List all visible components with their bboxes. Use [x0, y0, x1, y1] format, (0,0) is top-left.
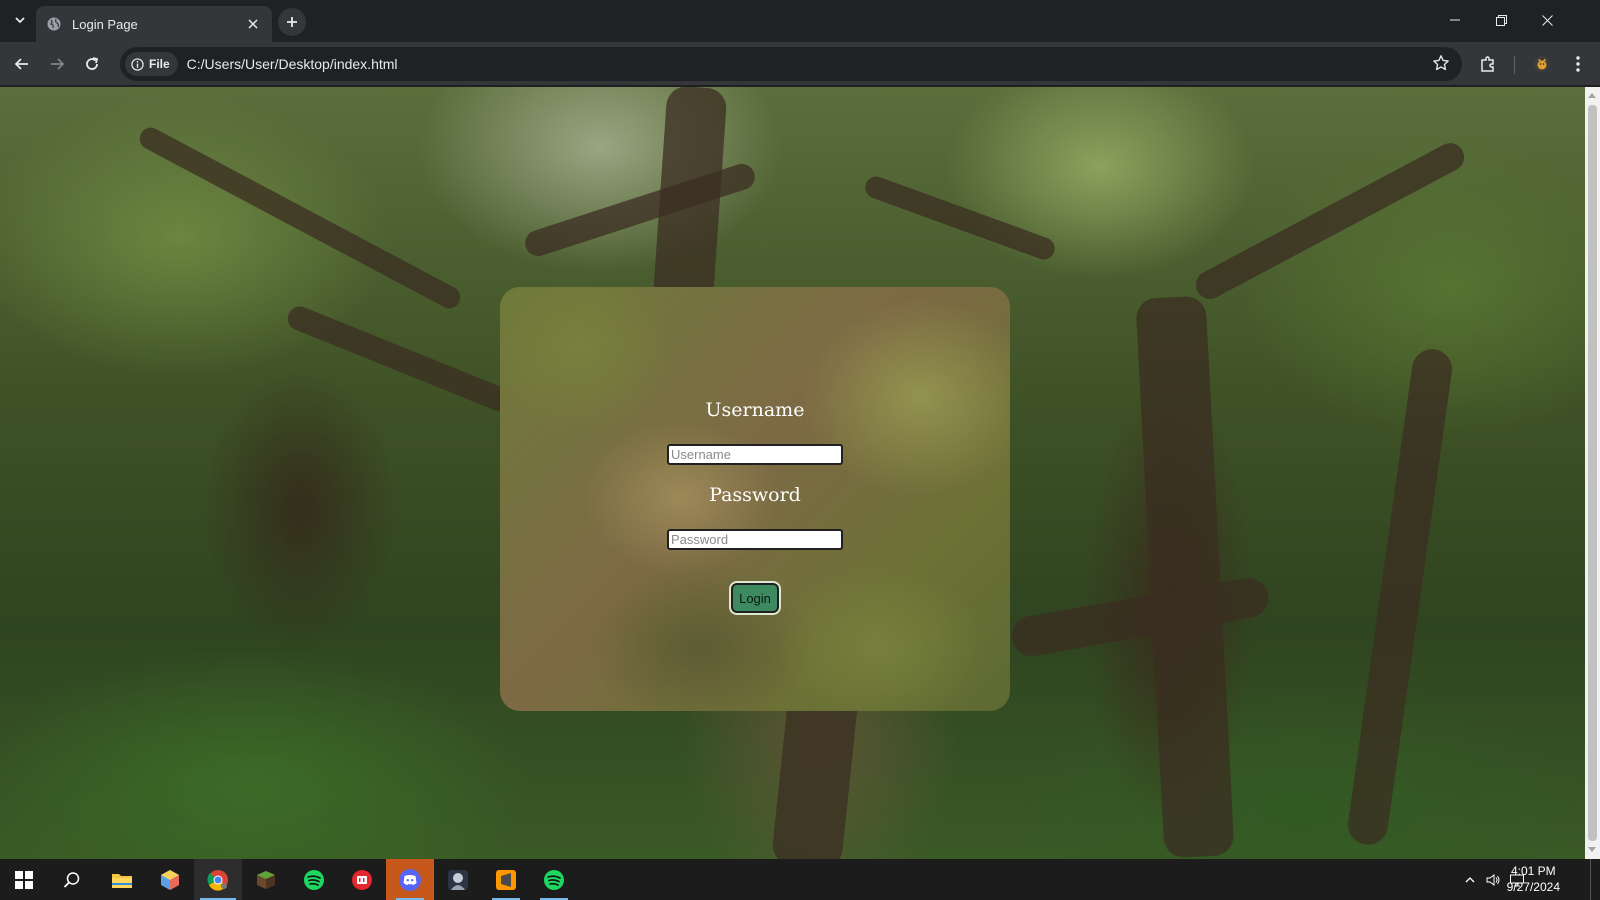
clock-date: 9/27/2024: [1506, 880, 1560, 894]
system-clock[interactable]: 4:01 PM 9/27/2024: [1507, 863, 1560, 895]
show-hidden-icons-chevron-icon[interactable]: [1460, 859, 1480, 900]
reload-icon[interactable]: [78, 50, 106, 78]
sublime-text-icon[interactable]: [482, 859, 530, 900]
info-icon: [131, 57, 144, 71]
back-arrow-icon[interactable]: [8, 50, 36, 78]
minecraft-icon[interactable]: [242, 859, 290, 900]
url-text[interactable]: C:/Users/User/Desktop/index.html: [187, 56, 398, 72]
forward-arrow-icon[interactable]: [43, 50, 71, 78]
login-button[interactable]: Login: [731, 583, 779, 613]
toolbar-divider: [1514, 56, 1515, 74]
profile-avatar-icon[interactable]: [1528, 50, 1556, 78]
page-scrollbar[interactable]: [1585, 87, 1600, 859]
tab-strip: Login Page: [0, 0, 1600, 42]
search-icon[interactable]: [48, 859, 96, 900]
scroll-up-arrow-icon[interactable]: [1588, 93, 1596, 98]
password-input[interactable]: [667, 529, 843, 550]
bookmark-star-icon[interactable]: [1432, 54, 1450, 77]
login-card: Username Password Login: [500, 287, 1010, 711]
address-bar[interactable]: File C:/Users/User/Desktop/index.html: [120, 47, 1462, 81]
username-input[interactable]: [667, 444, 843, 465]
taskbar: 4:01 PM 9/27/2024: [0, 859, 1600, 900]
file-explorer-icon[interactable]: [98, 859, 146, 900]
password-label: Password: [709, 484, 801, 506]
username-label: Username: [705, 399, 805, 421]
tab-title: Login Page: [72, 16, 138, 32]
close-tab-icon[interactable]: [244, 15, 262, 33]
new-tab-button[interactable]: [278, 8, 306, 36]
minimize-icon[interactable]: [1432, 0, 1478, 40]
discord-icon[interactable]: [386, 859, 434, 900]
tab-search-dropdown-icon[interactable]: [8, 8, 32, 32]
scrollbar-thumb[interactable]: [1588, 105, 1597, 841]
volume-icon[interactable]: [1482, 859, 1504, 900]
browser-menu-icon[interactable]: [1564, 50, 1592, 78]
extensions-puzzle-icon[interactable]: [1474, 50, 1502, 78]
red-app-icon[interactable]: [338, 859, 386, 900]
spotify-icon[interactable]: [530, 859, 578, 900]
browser-toolbar: File C:/Users/User/Desktop/index.html: [0, 42, 1600, 86]
show-desktop-button[interactable]: [1590, 859, 1600, 900]
site-info-chip[interactable]: File: [125, 52, 178, 76]
game-icon[interactable]: [434, 859, 482, 900]
globe-icon: [46, 16, 62, 32]
cube-app-icon[interactable]: [146, 859, 194, 900]
page-viewport: Username Password Login: [0, 87, 1585, 859]
spotify-icon[interactable]: [290, 859, 338, 900]
start-icon[interactable]: [0, 859, 48, 900]
chrome-icon[interactable]: [194, 859, 242, 900]
scroll-down-arrow-icon[interactable]: [1588, 847, 1596, 852]
site-info-label: File: [149, 57, 170, 71]
restore-icon[interactable]: [1478, 0, 1524, 40]
tab-login-page[interactable]: Login Page: [36, 6, 272, 42]
close-window-icon[interactable]: [1524, 0, 1570, 40]
clock-time: 4:01 PM: [1510, 864, 1556, 878]
